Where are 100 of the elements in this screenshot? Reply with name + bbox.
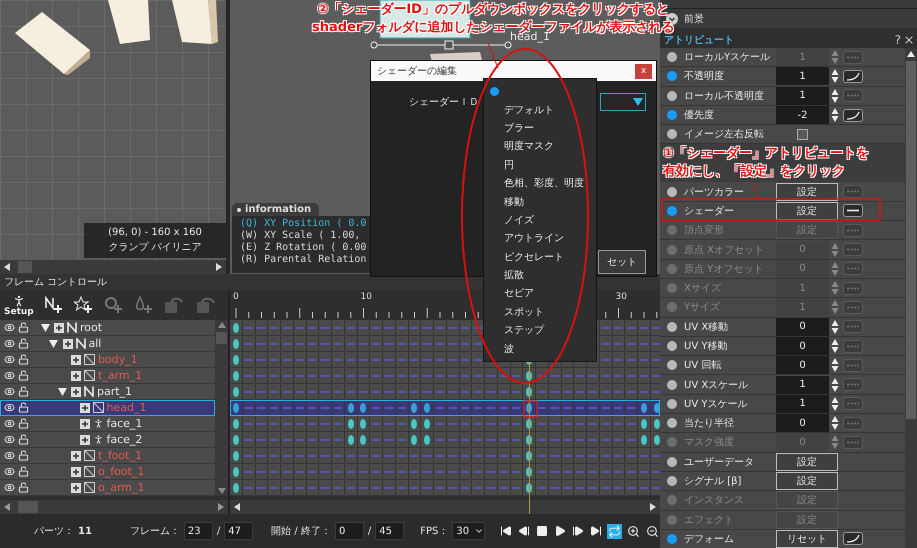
- start-frame-field[interactable]: 0: [334, 522, 364, 540]
- frame-cell[interactable]: [268, 320, 281, 336]
- frame-cell[interactable]: [319, 336, 332, 352]
- frame-cell[interactable]: [472, 368, 485, 384]
- frame-cell[interactable]: [472, 384, 485, 400]
- number-field[interactable]: 1: [776, 67, 829, 86]
- frame-cell[interactable]: [536, 416, 549, 432]
- scroll-thumb[interactable]: [216, 332, 227, 344]
- frame-cell[interactable]: [587, 448, 600, 464]
- frame-cell[interactable]: [383, 416, 396, 432]
- frame-cell[interactable]: [306, 464, 320, 480]
- frame-cell[interactable]: [625, 384, 638, 400]
- frame-cell[interactable]: [446, 416, 460, 432]
- frame-cell[interactable]: [421, 480, 434, 496]
- curve-button[interactable]: [843, 532, 863, 546]
- frame-cell[interactable]: [548, 448, 562, 464]
- frame-cell[interactable]: [281, 432, 294, 448]
- frame-cell[interactable]: [332, 320, 345, 336]
- expand-box-icon[interactable]: [54, 322, 64, 332]
- frame-cell[interactable]: [242, 352, 256, 368]
- dropdown-option[interactable]: 明度マスク: [484, 137, 596, 156]
- frame-cell[interactable]: [242, 416, 256, 432]
- previous-frame-button[interactable]: [517, 524, 531, 538]
- frame-cell[interactable]: [344, 336, 358, 352]
- frame-cell[interactable]: [383, 448, 396, 464]
- frame-cell[interactable]: [434, 448, 447, 464]
- loop-button[interactable]: [607, 524, 622, 538]
- frame-cell[interactable]: [485, 368, 498, 384]
- frame-cell[interactable]: [383, 320, 396, 336]
- frame-cell[interactable]: [306, 320, 320, 336]
- frame-cell[interactable]: [358, 416, 370, 432]
- frame-cell[interactable]: [332, 416, 345, 432]
- help-button[interactable]: ?: [894, 32, 901, 46]
- frame-cell[interactable]: [625, 352, 638, 368]
- frame-cell[interactable]: [230, 320, 243, 336]
- frame-cell[interactable]: [370, 368, 383, 384]
- frame-cell[interactable]: [434, 416, 447, 432]
- setup-button[interactable]: Setup: [4, 294, 34, 316]
- expand-box-icon[interactable]: [71, 370, 81, 380]
- frame-cell[interactable]: [446, 336, 460, 352]
- lock-icon[interactable]: [18, 418, 29, 429]
- frame-cell[interactable]: [242, 368, 256, 384]
- frame-cell[interactable]: [242, 464, 256, 480]
- frame-cell[interactable]: [548, 384, 562, 400]
- frame-cell[interactable]: [498, 480, 510, 496]
- frame-cell[interactable]: [242, 432, 256, 448]
- toggle-dot[interactable]: [667, 90, 677, 101]
- frame-cell[interactable]: [281, 480, 294, 496]
- frame-cell[interactable]: [294, 448, 306, 464]
- toggle-dot[interactable]: [667, 398, 677, 409]
- frame-cell[interactable]: [319, 416, 332, 432]
- frame-cell[interactable]: [587, 384, 600, 400]
- frame-cell[interactable]: [625, 416, 638, 432]
- frame-cell[interactable]: [242, 384, 256, 400]
- frame-cell[interactable]: [294, 432, 306, 448]
- frame-cell[interactable]: [294, 384, 306, 400]
- curve-button[interactable]: [843, 204, 863, 218]
- frame-cell[interactable]: [460, 448, 472, 464]
- frame-cell[interactable]: [548, 432, 562, 448]
- frame-cell[interactable]: [396, 336, 408, 352]
- frame-cell[interactable]: [408, 464, 422, 480]
- frame-cell[interactable]: [383, 432, 396, 448]
- frame-cell[interactable]: [408, 416, 422, 432]
- frame-cell[interactable]: [396, 416, 408, 432]
- frame-cell[interactable]: [421, 464, 434, 480]
- frame-cell[interactable]: [510, 384, 524, 400]
- frame-cell[interactable]: [332, 336, 345, 352]
- frame-cell[interactable]: [638, 448, 651, 464]
- frame-cell[interactable]: [523, 432, 536, 448]
- frame-cell[interactable]: [638, 368, 651, 384]
- frame-cell[interactable]: [281, 336, 294, 352]
- scroll-thumb[interactable]: [18, 261, 32, 273]
- scroll-right-icon[interactable]: [218, 503, 224, 511]
- frame-cell[interactable]: [319, 448, 332, 464]
- dropdown-option[interactable]: 移動: [484, 192, 596, 211]
- frame-cell[interactable]: [472, 480, 485, 496]
- frame-cell[interactable]: [600, 464, 612, 480]
- frame-cell[interactable]: [600, 384, 612, 400]
- toggle-dot[interactable]: [667, 186, 677, 197]
- last-frame-button[interactable]: [589, 524, 603, 538]
- fps-select[interactable]: 30: [452, 522, 485, 540]
- frame-cell[interactable]: [625, 432, 638, 448]
- eye-icon[interactable]: [4, 466, 15, 477]
- frame-cell[interactable]: [421, 432, 434, 448]
- frame-cell[interactable]: [460, 384, 472, 400]
- frame-cell[interactable]: [344, 384, 358, 400]
- eye-icon[interactable]: [4, 482, 15, 493]
- lock-icon[interactable]: [18, 322, 29, 333]
- frame-cell[interactable]: [256, 480, 268, 496]
- stop-button[interactable]: [535, 524, 549, 538]
- add-drop-icon[interactable]: [134, 296, 154, 314]
- dropdown-option[interactable]: スポット: [484, 302, 596, 322]
- set-button[interactable]: リセット: [776, 530, 838, 548]
- frame-cell[interactable]: [523, 464, 536, 480]
- frame-cell[interactable]: [612, 464, 626, 480]
- frame-cell[interactable]: [370, 384, 383, 400]
- frame-cell[interactable]: [510, 464, 524, 480]
- frame-cell[interactable]: [306, 448, 320, 464]
- dropdown-option[interactable]: ブラー: [484, 118, 596, 138]
- toggle-dot[interactable]: [667, 110, 677, 120]
